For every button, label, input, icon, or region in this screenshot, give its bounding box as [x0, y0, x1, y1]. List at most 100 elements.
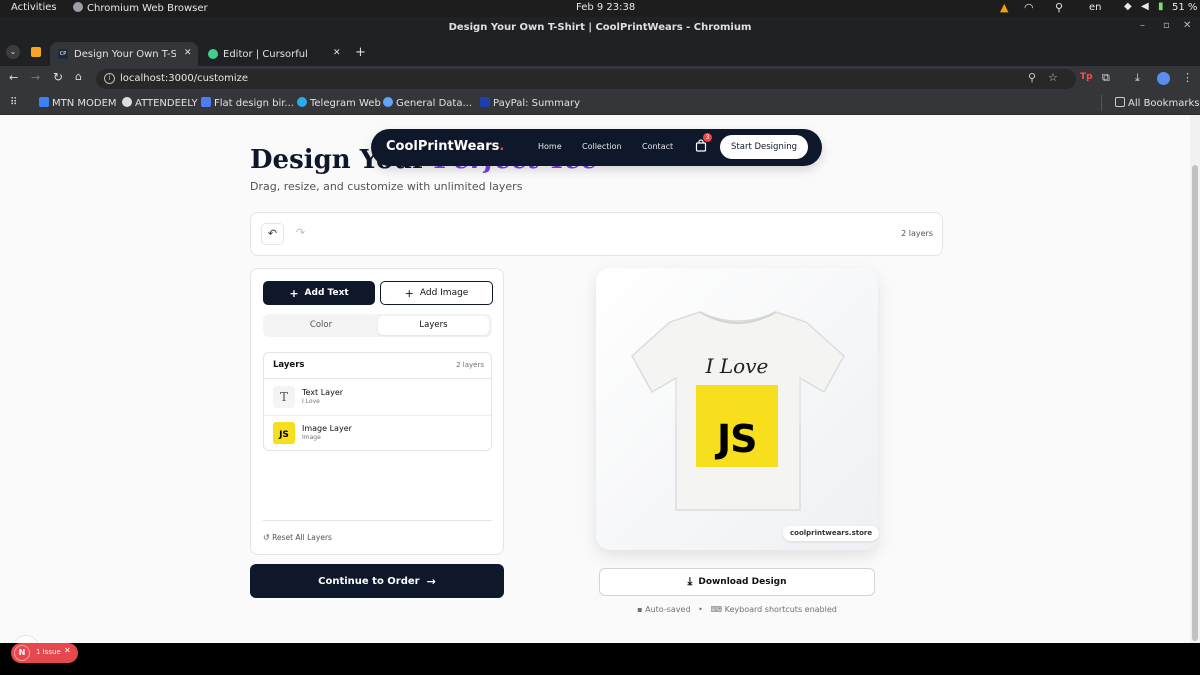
tab-strip: ⌄ CP Design Your Own T-Shirt ✕ Editor | … [0, 39, 1200, 66]
bookmark-item[interactable]: ATTENDEELY [122, 97, 198, 109]
separator: • [698, 605, 703, 614]
js-logo-layer[interactable]: JS [696, 385, 778, 467]
tab-editor[interactable]: Editor | Cursorful ✕ [200, 42, 350, 66]
site-info-icon[interactable]: i [104, 73, 115, 84]
download-design-button[interactable]: ⤓ Download Design [599, 568, 875, 596]
address-bar[interactable]: i localhost:3000/customize ⚲ ☆ [96, 69, 1076, 89]
zoom-icon[interactable]: ⚲ [1028, 71, 1036, 84]
arrow-right-icon: → [426, 574, 436, 588]
dev-indicator[interactable] [13, 635, 39, 643]
all-bookmarks-label: All Bookmarks [1128, 98, 1200, 109]
bookmark-star-icon[interactable]: ☆ [1048, 71, 1058, 84]
bottom-bar [0, 643, 1200, 675]
redo-icon[interactable]: ↷ [289, 223, 312, 245]
page-subtitle: Drag, resize, and customize with unlimit… [250, 180, 523, 193]
start-designing-button[interactable]: Start Designing [720, 135, 808, 159]
add-text-label: Add Text [304, 288, 349, 298]
extensions-puzzle-icon[interactable]: ⧉ [1102, 71, 1110, 85]
cart-count-badge: 3 [703, 133, 712, 142]
maximize-button[interactable]: ▫ [1163, 20, 1170, 31]
home-icon[interactable]: ⌂ [75, 70, 82, 83]
scrollbar-thumb[interactable] [1192, 165, 1198, 641]
volume-icon[interactable]: ◀ [1141, 1, 1149, 12]
warning-icon[interactable]: ▲ [1000, 1, 1008, 14]
bookmark-item[interactable]: General Data... [383, 97, 472, 109]
language-indicator[interactable]: en [1089, 2, 1102, 13]
forward-icon[interactable]: → [31, 71, 40, 84]
pinned-tab-icon[interactable] [31, 47, 41, 57]
site-navbar: CoolPrintWears. Home Collection Contact … [371, 129, 822, 166]
close-tab-icon[interactable]: ✕ [333, 48, 341, 58]
bookmark-item[interactable]: PayPal: Summary [480, 97, 580, 109]
add-image-button[interactable]: + Add Image [380, 281, 493, 305]
continue-label: Continue to Order [318, 575, 420, 587]
watermark-badge: coolprintwears.store [783, 526, 880, 541]
all-bookmarks[interactable]: All Bookmarks [1115, 97, 1199, 109]
download-icon[interactable]: ⤓ [1135, 71, 1140, 85]
layer-name: Text Layer [302, 388, 344, 397]
bookmark-favicon-icon [480, 97, 490, 107]
tab-design[interactable]: CP Design Your Own T-Shirt ✕ [50, 42, 198, 66]
app-menu[interactable]: Chromium Web Browser [73, 2, 208, 14]
cart-button[interactable]: 3 [694, 133, 712, 153]
plus-icon: + [289, 286, 299, 300]
bookmark-favicon-icon [201, 97, 211, 107]
window-titlebar: Design Your Own T-Shirt | CoolPrintWears… [0, 17, 1200, 39]
tab-label: Design Your Own T-Shirt [74, 49, 176, 60]
nav-link-contact[interactable]: Contact [642, 142, 673, 151]
continue-to-order-button[interactable]: Continue to Order → [250, 564, 504, 598]
tab-layers[interactable]: Layers [378, 316, 489, 335]
bookmark-item[interactable]: Flat design bir... [201, 97, 294, 109]
shirt-text-layer[interactable]: I Love [692, 354, 782, 378]
download-label: Download Design [698, 577, 787, 587]
new-tab-button[interactable]: + [355, 45, 366, 60]
bookmark-item[interactable]: Telegram Web [297, 97, 381, 109]
accessibility-icon[interactable]: ⚲ [1055, 1, 1063, 14]
layer-item-image[interactable]: JS Image Layer Image [264, 416, 491, 451]
nav-link-home[interactable]: Home [538, 142, 562, 151]
bookmark-favicon-icon [297, 97, 307, 107]
close-tab-icon[interactable]: ✕ [184, 48, 192, 58]
plus-icon: + [404, 286, 414, 300]
layer-item-text[interactable]: T Text Layer I Love [264, 379, 491, 415]
nav-link-collection[interactable]: Collection [582, 142, 622, 151]
menu-icon[interactable]: ⋮ [1182, 71, 1193, 84]
issues-pill[interactable]: N 1 Issue ✕ [11, 643, 78, 663]
site-logo[interactable]: CoolPrintWears. [386, 139, 504, 154]
close-window-button[interactable]: ✕ [1183, 20, 1191, 31]
toolbar-row: ← → ↻ ⌂ i localhost:3000/customize ⚲ ☆ T… [0, 66, 1200, 92]
back-icon[interactable]: ← [9, 71, 18, 84]
undo-icon[interactable]: ↶ [261, 223, 284, 245]
tshirt-preview[interactable]: I Love JS coolprintwears.store [596, 268, 880, 550]
js-logo-text: JS [717, 417, 758, 461]
layer-sub: I Love [302, 398, 320, 405]
activities-button[interactable]: Activities [11, 2, 57, 13]
reset-icon: ↺ [263, 533, 270, 542]
wifi-icon[interactable]: ◆ [1124, 1, 1132, 12]
reset-label: Reset All Layers [272, 533, 332, 542]
bookmarks-bar: ⠿ MTN MODEM ATTENDEELY Flat design bir..… [0, 92, 1200, 115]
profile-avatar[interactable] [1157, 72, 1170, 85]
tab-color[interactable]: Color [266, 316, 376, 335]
bookmark-label: General Data... [396, 98, 473, 109]
keyboard-icon: ⌨ [710, 605, 723, 614]
apps-grid-icon[interactable]: ⠿ [10, 97, 17, 108]
close-icon[interactable]: ✕ [64, 646, 71, 655]
bookmark-item[interactable]: MTN MODEM [39, 97, 117, 109]
layer-name: Image Layer [302, 424, 352, 433]
page-scrollbar[interactable] [1190, 115, 1200, 643]
reset-layers-button[interactable]: ↺ Reset All Layers [263, 533, 332, 542]
add-text-button[interactable]: + Add Text [263, 281, 375, 305]
reload-icon[interactable]: ↻ [53, 70, 63, 84]
tab-search-icon[interactable]: ⌄ [6, 45, 20, 59]
network-icon[interactable]: ◠ [1024, 1, 1034, 14]
shortcuts-label: Keyboard shortcuts enabled [724, 605, 837, 614]
clock[interactable]: Feb 9 23:38 [576, 2, 635, 13]
minimize-button[interactable]: – [1140, 20, 1145, 31]
download-icon: ⤓ [687, 575, 693, 588]
battery-icon[interactable]: ▮ [1158, 1, 1164, 12]
extension-icon[interactable]: Tp [1080, 72, 1093, 82]
layers-list-count: 2 layers [456, 361, 484, 369]
favicon-icon: CP [58, 49, 68, 59]
divider [263, 520, 492, 521]
